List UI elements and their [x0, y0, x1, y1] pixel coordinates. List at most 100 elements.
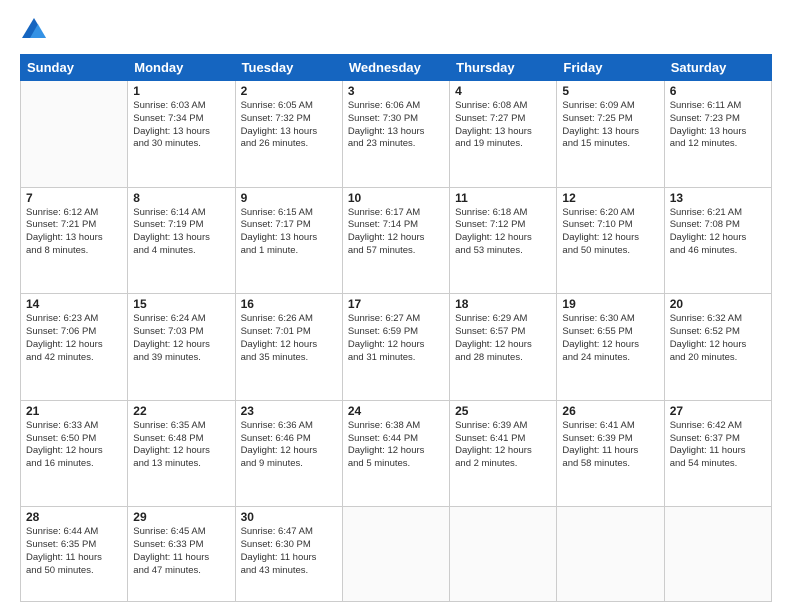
cell-text: Sunset: 7:01 PM [241, 326, 337, 339]
cell-text: Sunrise: 6:26 AM [241, 313, 337, 326]
cell-text: and 50 minutes. [26, 565, 122, 578]
calendar-cell: 10Sunrise: 6:17 AMSunset: 7:14 PMDayligh… [342, 187, 449, 294]
cell-text: Sunset: 6:48 PM [133, 433, 229, 446]
cell-text: Daylight: 13 hours [562, 126, 658, 139]
day-number: 10 [348, 191, 444, 205]
cell-text: Sunset: 7:14 PM [348, 219, 444, 232]
calendar-cell: 6Sunrise: 6:11 AMSunset: 7:23 PMDaylight… [664, 81, 771, 188]
cell-text: Sunrise: 6:17 AM [348, 207, 444, 220]
cell-text: Sunrise: 6:33 AM [26, 420, 122, 433]
day-number: 21 [26, 404, 122, 418]
cell-text: and 58 minutes. [562, 458, 658, 471]
week-row-0: 1Sunrise: 6:03 AMSunset: 7:34 PMDaylight… [21, 81, 772, 188]
cell-text: and 53 minutes. [455, 245, 551, 258]
calendar-cell: 24Sunrise: 6:38 AMSunset: 6:44 PMDayligh… [342, 400, 449, 507]
day-number: 1 [133, 84, 229, 98]
calendar-cell [450, 507, 557, 602]
cell-text: Daylight: 13 hours [241, 126, 337, 139]
day-number: 2 [241, 84, 337, 98]
day-number: 9 [241, 191, 337, 205]
day-number: 5 [562, 84, 658, 98]
cell-text: Sunset: 6:30 PM [241, 539, 337, 552]
cell-text: Sunrise: 6:05 AM [241, 100, 337, 113]
cell-text: Daylight: 12 hours [348, 445, 444, 458]
weekday-monday: Monday [128, 55, 235, 81]
cell-text: Sunrise: 6:36 AM [241, 420, 337, 433]
cell-text: Daylight: 12 hours [133, 445, 229, 458]
logo-icon [20, 16, 48, 44]
cell-text: and 30 minutes. [133, 138, 229, 151]
cell-text: Sunset: 7:10 PM [562, 219, 658, 232]
calendar-cell: 13Sunrise: 6:21 AMSunset: 7:08 PMDayligh… [664, 187, 771, 294]
calendar-cell: 25Sunrise: 6:39 AMSunset: 6:41 PMDayligh… [450, 400, 557, 507]
calendar-cell: 17Sunrise: 6:27 AMSunset: 6:59 PMDayligh… [342, 294, 449, 401]
cell-text: Sunset: 7:23 PM [670, 113, 766, 126]
calendar-cell: 19Sunrise: 6:30 AMSunset: 6:55 PMDayligh… [557, 294, 664, 401]
cell-text: Sunset: 6:44 PM [348, 433, 444, 446]
cell-text: and 16 minutes. [26, 458, 122, 471]
calendar-cell: 30Sunrise: 6:47 AMSunset: 6:30 PMDayligh… [235, 507, 342, 602]
cell-text: Sunrise: 6:15 AM [241, 207, 337, 220]
header [20, 16, 772, 44]
cell-text: and 23 minutes. [348, 138, 444, 151]
day-number: 23 [241, 404, 337, 418]
day-number: 15 [133, 297, 229, 311]
cell-text: Daylight: 13 hours [26, 232, 122, 245]
cell-text: Daylight: 13 hours [455, 126, 551, 139]
cell-text: Sunrise: 6:21 AM [670, 207, 766, 220]
cell-text: Sunrise: 6:39 AM [455, 420, 551, 433]
calendar-table: SundayMondayTuesdayWednesdayThursdayFrid… [20, 54, 772, 602]
calendar-cell: 18Sunrise: 6:29 AMSunset: 6:57 PMDayligh… [450, 294, 557, 401]
week-row-3: 21Sunrise: 6:33 AMSunset: 6:50 PMDayligh… [21, 400, 772, 507]
weekday-header-row: SundayMondayTuesdayWednesdayThursdayFrid… [21, 55, 772, 81]
cell-text: and 12 minutes. [670, 138, 766, 151]
calendar-cell: 28Sunrise: 6:44 AMSunset: 6:35 PMDayligh… [21, 507, 128, 602]
cell-text: and 24 minutes. [562, 352, 658, 365]
cell-text: and 42 minutes. [26, 352, 122, 365]
cell-text: Sunset: 6:35 PM [26, 539, 122, 552]
calendar-cell: 16Sunrise: 6:26 AMSunset: 7:01 PMDayligh… [235, 294, 342, 401]
cell-text: and 2 minutes. [455, 458, 551, 471]
cell-text: Daylight: 12 hours [241, 445, 337, 458]
calendar-cell: 23Sunrise: 6:36 AMSunset: 6:46 PMDayligh… [235, 400, 342, 507]
cell-text: Sunset: 7:32 PM [241, 113, 337, 126]
cell-text: and 47 minutes. [133, 565, 229, 578]
cell-text: Sunrise: 6:11 AM [670, 100, 766, 113]
day-number: 12 [562, 191, 658, 205]
calendar-cell: 11Sunrise: 6:18 AMSunset: 7:12 PMDayligh… [450, 187, 557, 294]
day-number: 6 [670, 84, 766, 98]
page: SundayMondayTuesdayWednesdayThursdayFrid… [0, 0, 792, 612]
day-number: 28 [26, 510, 122, 524]
cell-text: Sunrise: 6:12 AM [26, 207, 122, 220]
calendar-cell: 3Sunrise: 6:06 AMSunset: 7:30 PMDaylight… [342, 81, 449, 188]
cell-text: Sunrise: 6:29 AM [455, 313, 551, 326]
cell-text: Sunrise: 6:32 AM [670, 313, 766, 326]
cell-text: Sunset: 6:59 PM [348, 326, 444, 339]
day-number: 17 [348, 297, 444, 311]
cell-text: and 31 minutes. [348, 352, 444, 365]
calendar-cell: 12Sunrise: 6:20 AMSunset: 7:10 PMDayligh… [557, 187, 664, 294]
day-number: 20 [670, 297, 766, 311]
cell-text: Daylight: 13 hours [133, 232, 229, 245]
cell-text: Daylight: 12 hours [670, 232, 766, 245]
day-number: 19 [562, 297, 658, 311]
cell-text: and 26 minutes. [241, 138, 337, 151]
cell-text: Sunrise: 6:23 AM [26, 313, 122, 326]
calendar-cell: 7Sunrise: 6:12 AMSunset: 7:21 PMDaylight… [21, 187, 128, 294]
calendar-cell: 20Sunrise: 6:32 AMSunset: 6:52 PMDayligh… [664, 294, 771, 401]
cell-text: Daylight: 13 hours [241, 232, 337, 245]
weekday-tuesday: Tuesday [235, 55, 342, 81]
cell-text: Sunset: 6:41 PM [455, 433, 551, 446]
day-number: 8 [133, 191, 229, 205]
cell-text: Daylight: 12 hours [562, 339, 658, 352]
cell-text: Daylight: 12 hours [455, 232, 551, 245]
cell-text: Sunset: 7:06 PM [26, 326, 122, 339]
day-number: 30 [241, 510, 337, 524]
cell-text: Daylight: 11 hours [562, 445, 658, 458]
cell-text: and 39 minutes. [133, 352, 229, 365]
week-row-1: 7Sunrise: 6:12 AMSunset: 7:21 PMDaylight… [21, 187, 772, 294]
day-number: 24 [348, 404, 444, 418]
cell-text: and 19 minutes. [455, 138, 551, 151]
day-number: 11 [455, 191, 551, 205]
cell-text: Sunrise: 6:44 AM [26, 526, 122, 539]
